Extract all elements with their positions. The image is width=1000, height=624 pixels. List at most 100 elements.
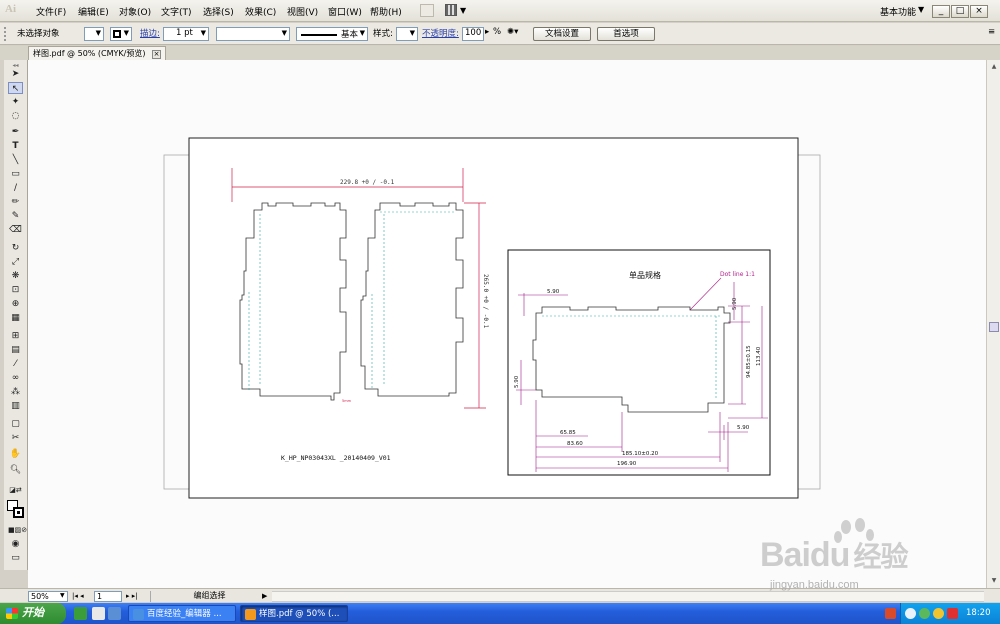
menu-object[interactable]: 对象(O) (119, 5, 151, 18)
canvas-area[interactable]: 229.8 +0 / -0.1 265.0 +0 / -0.1 5mm K_HP… (28, 60, 986, 588)
ime-tray-icon[interactable] (947, 608, 958, 619)
recolor-artwork-icon[interactable]: ✺▾ (507, 27, 527, 41)
menu-file[interactable]: 文件(F) (36, 5, 66, 18)
start-label: 开始 (22, 607, 44, 619)
network-tray-icon[interactable] (905, 608, 916, 619)
scroll-down-icon[interactable]: ▼ (989, 576, 999, 585)
document-tab-title: 样图.pdf @ 50% (CMYK/预览) (33, 49, 146, 58)
security-tray-icon[interactable] (919, 608, 930, 619)
slice-tool-icon[interactable]: ✂ (8, 432, 23, 444)
menu-help[interactable]: 帮助(H) (370, 5, 402, 18)
graph-tool-icon[interactable]: ▥ (8, 400, 23, 412)
sogou-tray-icon[interactable] (885, 608, 896, 619)
menu-window[interactable]: 窗口(W) (328, 5, 362, 18)
eyedropper-tool-icon[interactable]: ⁄ (8, 358, 23, 370)
stroke-weight-field[interactable]: 1 pt ▼ (163, 27, 209, 41)
first-artboard-icon[interactable]: |◂ ◂ (72, 591, 84, 602)
zoom-dropdown-icon[interactable]: ▼ (60, 591, 68, 602)
illustrator-icon (245, 609, 256, 620)
stroke-label[interactable]: 描边: (140, 27, 160, 41)
dotline-label: Dot line 1:1 (720, 271, 755, 278)
chevron-down-icon[interactable]: ▼ (918, 5, 924, 14)
drawing-mode-icon[interactable]: ◉ (8, 538, 23, 550)
artboard-number-field[interactable]: 1 (94, 591, 122, 602)
free-transform-tool-icon[interactable]: ⊡ (8, 284, 23, 296)
paintbrush-tool-icon[interactable]: ∕ (8, 182, 23, 194)
type-tool-icon[interactable]: T (8, 140, 23, 152)
menu-effect[interactable]: 效果(C) (245, 5, 276, 18)
close-button[interactable]: × (970, 5, 988, 18)
swap-fill-stroke-icon[interactable]: ◪⇄ (8, 484, 23, 496)
brush-definition[interactable]: 基本 ▼ (296, 27, 368, 41)
rotate-tool-icon[interactable]: ↻ (8, 242, 23, 254)
line-tool-icon[interactable]: ╲ (8, 154, 23, 166)
opacity-unit: % (493, 27, 502, 37)
lasso-tool-icon[interactable]: ◌ (8, 110, 23, 122)
vertical-scrollbar[interactable]: ▲ ▼ (986, 60, 1000, 588)
screen-mode-icon[interactable]: ▭ (8, 552, 23, 564)
rectangle-tool-icon[interactable]: ▭ (8, 168, 23, 180)
restore-button[interactable]: □ (951, 5, 969, 18)
scroll-up-icon[interactable]: ▲ (989, 62, 999, 71)
last-artboard-icon[interactable]: ▸ ▸| (126, 591, 138, 602)
blob-brush-tool-icon[interactable]: ✎ (8, 210, 23, 222)
tools-panel: ◂◂ ➤ ↖ ✦ ◌ ✒ T ╲ ▭ ∕ ✏ ✎ ⌫ ↻ ⤢ ❋ ⊡ ⊕ ▦ ⊞… (4, 60, 28, 570)
direct-selection-tool-icon[interactable]: ↖ (8, 82, 23, 94)
symbol-sprayer-tool-icon[interactable]: ⁂ (8, 386, 23, 398)
minimize-button[interactable]: _ (932, 5, 950, 18)
browser-icon (133, 609, 144, 620)
start-button[interactable]: 开始 (0, 603, 66, 624)
menu-type[interactable]: 文字(T) (161, 5, 192, 18)
taskbar-item-illustrator[interactable]: 样图.pdf @ 50% (... (240, 605, 348, 622)
bridge-icon[interactable] (420, 4, 434, 17)
quicklaunch-icon-2[interactable] (92, 607, 105, 620)
menu-edit[interactable]: 编辑(E) (78, 5, 109, 18)
opacity-field[interactable]: 100 (462, 27, 484, 41)
scale-tool-icon[interactable]: ⤢ (8, 256, 23, 268)
style-label: 样式: (373, 29, 393, 39)
scroll-thumb[interactable] (989, 322, 999, 332)
control-panel-menu-icon[interactable]: ≡ (988, 27, 998, 41)
horizontal-scrollbar[interactable] (272, 591, 984, 602)
stroke-swatch[interactable]: ▼ (110, 27, 132, 41)
perspective-grid-tool-icon[interactable]: ▦ (8, 312, 23, 324)
blend-tool-icon[interactable]: ∞ (8, 372, 23, 384)
stroke-color-swatch[interactable] (13, 507, 24, 518)
pencil-tool-icon[interactable]: ✏ (8, 196, 23, 208)
document-setup-button[interactable]: 文档设置 (533, 27, 591, 41)
pen-tool-icon[interactable]: ✒ (8, 126, 23, 138)
variable-width-profile[interactable]: ▼ (216, 27, 290, 41)
menu-select[interactable]: 选择(S) (203, 5, 234, 18)
opacity-arrow-icon[interactable]: ▸ (485, 27, 493, 41)
status-menu-icon[interactable]: ▶ (262, 591, 267, 602)
gradient-tool-icon[interactable]: ▤ (8, 344, 23, 356)
color-mode-icons[interactable]: ■▨⊘ (8, 524, 27, 536)
fill-swatch[interactable]: ▼ (84, 27, 104, 41)
shape-builder-tool-icon[interactable]: ⊕ (8, 298, 23, 310)
preferences-button[interactable]: 首选项 (597, 27, 655, 41)
dim-5-90-left: 5.90 (514, 375, 520, 388)
hand-tool-icon[interactable]: ✋ (8, 448, 23, 460)
document-tab-row: 样图.pdf @ 50% (CMYK/预览) × (0, 46, 1000, 60)
volume-tray-icon[interactable] (933, 608, 944, 619)
mesh-tool-icon[interactable]: ⊞ (8, 330, 23, 342)
selection-tool-icon[interactable]: ➤ (8, 68, 23, 80)
grip-handle[interactable] (4, 27, 8, 41)
dim-5-90-right-bottom: 5.90 (737, 425, 750, 431)
zoom-tool-icon[interactable]: 🔍︎ (8, 464, 23, 476)
eraser-tool-icon[interactable]: ⌫ (8, 224, 23, 236)
taskbar-item-browser[interactable]: 百度经验_编辑器 ... (128, 605, 236, 622)
arrange-documents-icon[interactable]: ▼ (445, 4, 467, 17)
fill-stroke-swatches[interactable] (7, 500, 27, 522)
document-tab[interactable]: 样图.pdf @ 50% (CMYK/预览) × (28, 46, 167, 60)
close-icon[interactable]: × (152, 50, 162, 59)
menu-view[interactable]: 视图(V) (287, 5, 318, 18)
artboard-tool-icon[interactable]: ▢ (8, 418, 23, 430)
quicklaunch-icon-1[interactable] (74, 607, 87, 620)
magic-wand-tool-icon[interactable]: ✦ (8, 96, 23, 108)
quicklaunch-icon-3[interactable] (108, 607, 121, 620)
warp-tool-icon[interactable]: ❋ (8, 270, 23, 282)
workspace-switcher[interactable]: 基本功能 (880, 5, 916, 18)
opacity-label[interactable]: 不透明度: (422, 27, 459, 41)
style-swatch[interactable]: ▼ (396, 27, 418, 41)
